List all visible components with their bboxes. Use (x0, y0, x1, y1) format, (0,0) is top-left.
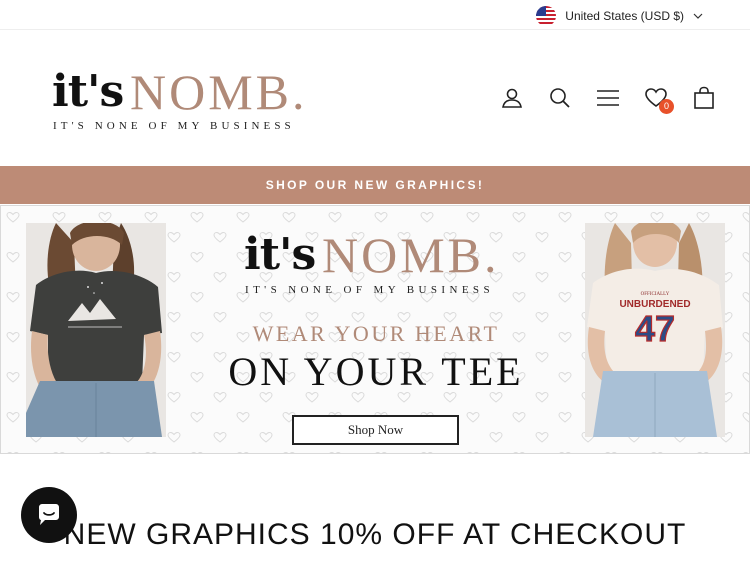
us-flag-icon (536, 6, 557, 26)
currency-selector[interactable]: United States (USD $) (535, 5, 704, 27)
chevron-down-icon (693, 13, 703, 19)
right-shirt-number: 47 (635, 308, 675, 349)
bag-icon (694, 86, 714, 109)
search-icon (550, 88, 570, 108)
menu-icon (597, 90, 619, 106)
site-logo[interactable]: it's NOMB. IT'S NONE OF MY BUSINESS (52, 64, 312, 133)
shop-now-button[interactable]: Shop Now (292, 415, 459, 445)
menu-button[interactable] (596, 86, 620, 110)
hero-logo-nomb: NOMB. (322, 227, 500, 283)
wishlist-button[interactable]: 0 (644, 86, 674, 114)
logo-nomb: NOMB. (130, 64, 308, 120)
model-photo-right: OFFICIALLY UNBURDENED 47 (585, 223, 725, 437)
search-button[interactable] (548, 86, 572, 110)
site-header: it's NOMB. IT'S NONE OF MY BUSINESS 0 (0, 31, 750, 165)
top-bar: United States (USD $) (0, 0, 750, 30)
header-icons: 0 (500, 86, 716, 114)
user-icon (502, 88, 522, 108)
chat-icon (39, 504, 59, 525)
hero-logo-tagline: IT'S NONE OF MY BUSINESS (245, 284, 494, 296)
hero-banner[interactable]: OFFICIALLY UNBURDENED 47 it's NOMB. IT'S… (0, 205, 750, 454)
promo-headline: NEW GRAPHICS 10% OFF AT CHECKOUT (63, 518, 687, 551)
logo-tagline: IT'S NONE OF MY BUSINESS (53, 120, 295, 132)
logo-its: it's (52, 66, 124, 117)
hero-logo-its: it's (244, 229, 316, 280)
chat-widget-button[interactable] (21, 487, 77, 543)
svg-text:OFFICIALLY: OFFICIALLY (641, 292, 670, 297)
announcement-bar[interactable]: SHOP OUR NEW GRAPHICS! (0, 166, 750, 204)
account-button[interactable] (500, 86, 524, 110)
wishlist-count-badge: 0 (659, 99, 674, 114)
model-photo-left (26, 223, 166, 437)
cart-button[interactable] (692, 86, 716, 110)
hero-tagline-1: WEAR YOUR HEART (252, 321, 500, 346)
hero-tagline-2: ON YOUR TEE (228, 349, 524, 394)
hero-logo: it's NOMB. IT'S NONE OF MY BUSINESS (244, 227, 514, 302)
currency-label: United States (USD $) (565, 9, 684, 23)
